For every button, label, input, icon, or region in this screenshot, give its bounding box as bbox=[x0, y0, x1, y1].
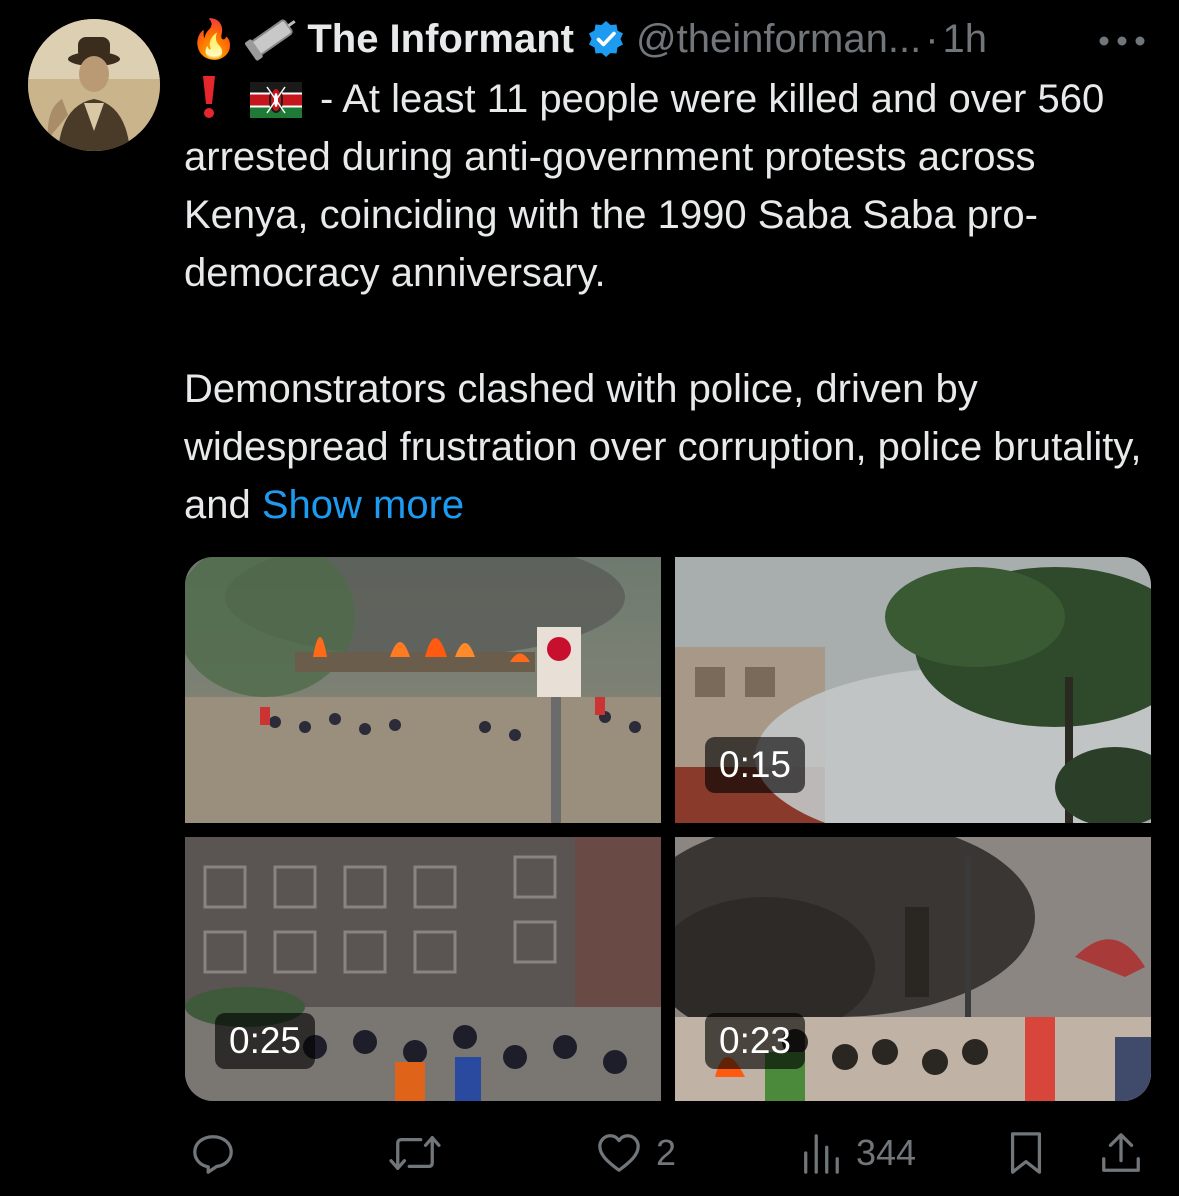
view-count: 344 bbox=[856, 1132, 917, 1173]
media-grid: 0:15 0:25 0:23 bbox=[185, 557, 1151, 1101]
bookmark-icon bbox=[1006, 1130, 1046, 1176]
tweet-lead-text: - At least 11 people were killed and ove… bbox=[184, 77, 1105, 295]
share-icon bbox=[1098, 1130, 1144, 1176]
tweet[interactable]: 🔥 The Informant @theinforman... · 1h - A… bbox=[0, 0, 1179, 1196]
video-thumbnail-1[interactable] bbox=[185, 557, 661, 823]
author-display-name[interactable]: The Informant bbox=[307, 17, 574, 62]
pushpin-icon bbox=[243, 14, 303, 64]
video-duration: 0:25 bbox=[215, 1013, 316, 1069]
heart-icon bbox=[596, 1130, 642, 1176]
views-chart-icon bbox=[800, 1130, 842, 1176]
verified-badge-icon[interactable] bbox=[586, 19, 626, 59]
reply-icon bbox=[190, 1130, 236, 1176]
repost-button[interactable] bbox=[388, 1118, 456, 1188]
author-handle[interactable]: @theinforman... bbox=[636, 17, 921, 62]
tweet-actions: 2 344 bbox=[0, 1118, 1179, 1188]
video-thumbnail-4[interactable]: 0:23 bbox=[675, 837, 1151, 1101]
tweet-text: - At least 11 people were killed and ove… bbox=[184, 70, 1144, 534]
avatar[interactable] bbox=[28, 19, 160, 151]
video-thumbnail-3[interactable]: 0:25 bbox=[185, 837, 661, 1101]
repost-icon bbox=[388, 1130, 442, 1176]
fire-icon: 🔥 bbox=[190, 17, 238, 61]
views-button[interactable]: 344 bbox=[800, 1118, 916, 1188]
separator-dot: · bbox=[925, 16, 939, 61]
exclamation-icon bbox=[198, 74, 220, 120]
more-options-icon[interactable] bbox=[1098, 34, 1146, 46]
reply-button[interactable] bbox=[190, 1118, 250, 1188]
show-more-link[interactable]: Show more bbox=[262, 483, 464, 527]
video-duration: 0:15 bbox=[705, 737, 806, 793]
share-button[interactable] bbox=[1098, 1118, 1144, 1188]
tweet-time[interactable]: 1h bbox=[943, 17, 988, 62]
bookmark-button[interactable] bbox=[1006, 1118, 1046, 1188]
video-duration: 0:23 bbox=[705, 1013, 806, 1069]
like-button[interactable]: 2 bbox=[596, 1118, 676, 1188]
tweet-paragraph-1: - At least 11 people were killed and ove… bbox=[184, 70, 1144, 302]
kenya-flag-icon bbox=[250, 76, 302, 118]
tweet-header: 🔥 The Informant @theinforman... · 1h bbox=[190, 10, 1160, 68]
like-count: 2 bbox=[656, 1132, 677, 1173]
tweet-paragraph-2: Demonstrators clashed with police, drive… bbox=[184, 360, 1144, 534]
video-thumbnail-2[interactable]: 0:15 bbox=[675, 557, 1151, 823]
